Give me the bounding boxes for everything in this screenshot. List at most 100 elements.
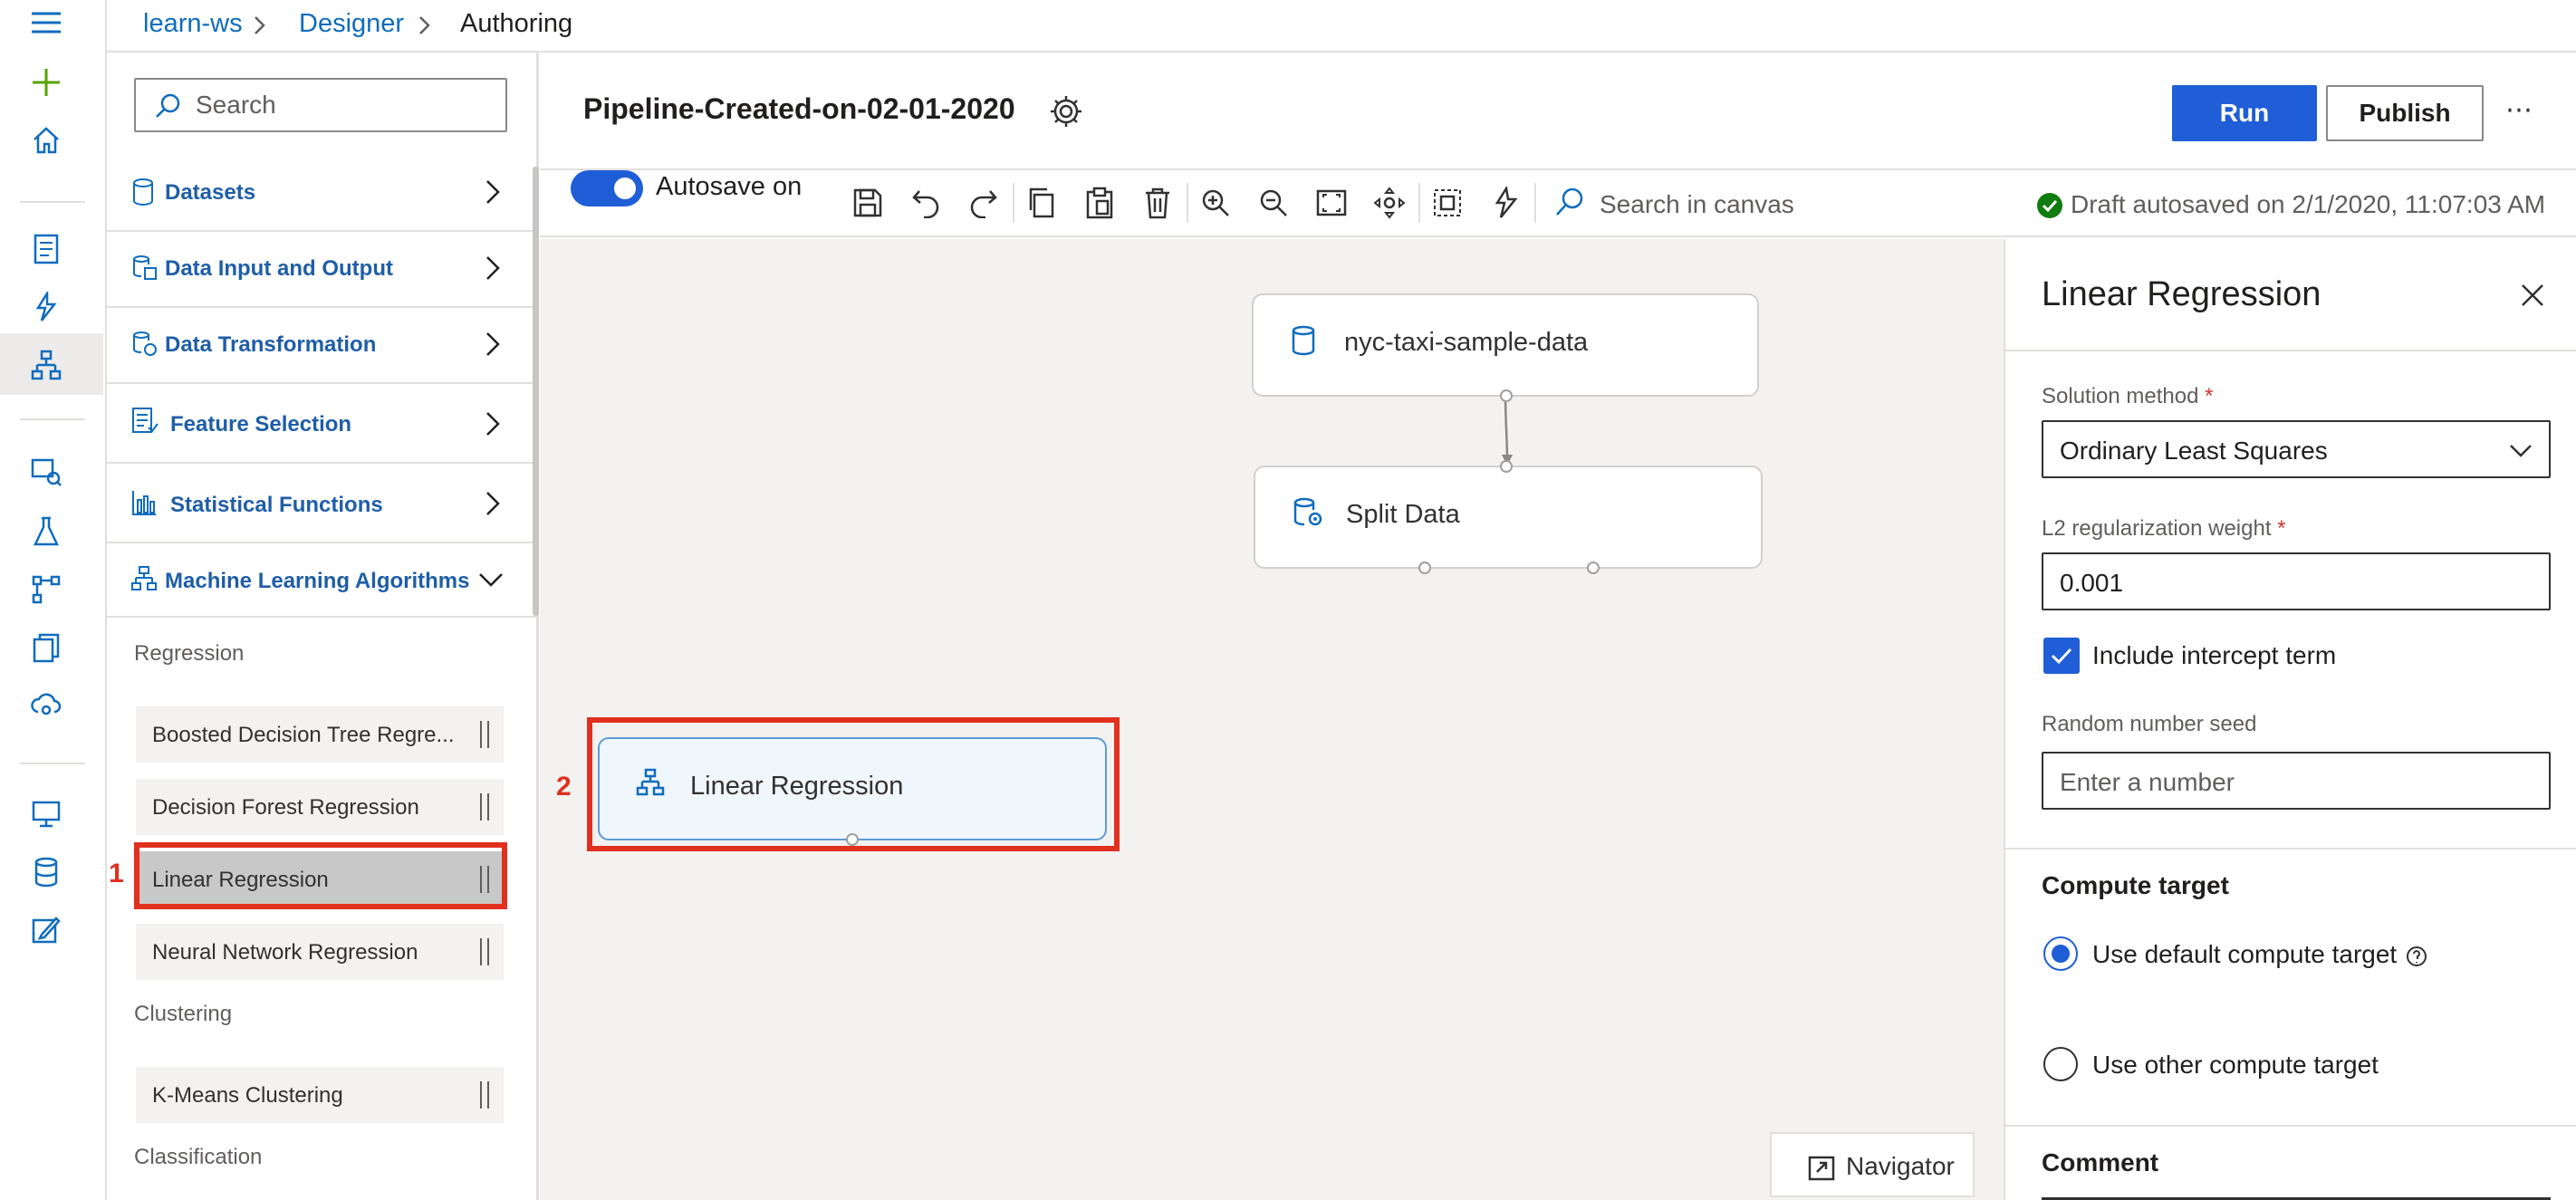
redo-icon[interactable] bbox=[966, 185, 1002, 221]
datasets-search-icon[interactable] bbox=[27, 453, 65, 491]
intercept-checkbox[interactable] bbox=[2043, 638, 2080, 674]
zoom-out-icon[interactable] bbox=[1255, 185, 1292, 221]
output-port-1[interactable] bbox=[1418, 562, 1431, 574]
category-label: Datasets bbox=[165, 180, 256, 205]
compute-icon[interactable] bbox=[27, 795, 65, 833]
radio-other-compute[interactable] bbox=[2043, 1047, 2078, 1081]
publish-button[interactable]: Publish bbox=[2326, 85, 2484, 141]
info-icon[interactable] bbox=[2406, 946, 2427, 967]
canvas-search-input[interactable]: Search in canvas bbox=[1600, 190, 1794, 219]
random-seed-placeholder: Enter a number bbox=[2060, 768, 2235, 796]
l2-weight-input[interactable]: 0.001 bbox=[2042, 552, 2551, 610]
zoom-in-icon[interactable] bbox=[1197, 185, 1234, 221]
palette-search-input[interactable]: Search bbox=[134, 78, 507, 132]
solution-method-dropdown[interactable]: Ordinary Least Squares bbox=[2042, 420, 2551, 478]
datastores-icon[interactable] bbox=[27, 853, 65, 891]
breadcrumb-designer[interactable]: Designer bbox=[299, 9, 404, 39]
notebook-icon[interactable] bbox=[27, 230, 65, 268]
category-statistical-functions[interactable]: Statistical Functions bbox=[107, 464, 536, 543]
highlight-box-1 bbox=[134, 842, 507, 909]
default-compute-label: Use default compute target bbox=[2092, 940, 2398, 968]
properties-pane: Linear Regression Solution method * Ordi… bbox=[2004, 239, 2576, 1200]
experiments-flask-icon[interactable] bbox=[27, 513, 65, 551]
fit-to-screen-icon[interactable] bbox=[1313, 185, 1350, 221]
module-boosted-decision-tree-regression[interactable]: Boosted Decision Tree Regre... bbox=[136, 706, 504, 763]
database-icon bbox=[133, 178, 153, 206]
chevron-right-icon bbox=[486, 332, 500, 356]
navigator-button[interactable]: Navigator bbox=[1770, 1132, 1975, 1197]
drag-handle-icon[interactable] bbox=[480, 1081, 489, 1109]
category-datasets[interactable]: Datasets bbox=[107, 156, 536, 232]
search-icon bbox=[156, 93, 180, 118]
node-label: Split Data bbox=[1346, 500, 1460, 529]
bar-chart-icon bbox=[132, 491, 156, 515]
intercept-label: Include intercept term bbox=[2092, 641, 2337, 669]
dataset-icon bbox=[1292, 325, 1315, 356]
drag-handle-icon[interactable] bbox=[480, 721, 489, 748]
left-nav-rail bbox=[0, 0, 107, 1200]
random-seed-input[interactable]: Enter a number bbox=[2042, 752, 2551, 810]
group-label-clustering: Clustering bbox=[134, 1002, 233, 1026]
pipeline-title[interactable]: Pipeline-Created-on-02-01-2020 bbox=[583, 92, 1015, 126]
data-io-icon bbox=[133, 255, 157, 280]
data-labeling-icon[interactable] bbox=[27, 911, 65, 949]
gear-icon[interactable] bbox=[1049, 94, 1083, 129]
output-port-2[interactable] bbox=[1587, 562, 1600, 574]
module-decision-forest-regression[interactable]: Decision Forest Regression bbox=[136, 779, 504, 835]
category-data-transformation[interactable]: Data Transformation bbox=[107, 308, 536, 384]
category-feature-selection[interactable]: Feature Selection bbox=[107, 384, 536, 464]
module-label: Boosted Decision Tree Regre... bbox=[152, 723, 455, 747]
automl-lightning-icon[interactable] bbox=[1487, 185, 1523, 221]
group-label-classification: Classification bbox=[134, 1145, 263, 1169]
l2-weight-value: 0.001 bbox=[2060, 569, 2124, 597]
other-compute-label: Use other compute target bbox=[2092, 1051, 2379, 1079]
select-area-icon[interactable] bbox=[1429, 185, 1466, 221]
module-k-means-clustering[interactable]: K-Means Clustering bbox=[136, 1067, 504, 1123]
copy-icon[interactable] bbox=[1024, 185, 1060, 221]
endpoints-icon[interactable] bbox=[27, 686, 65, 725]
node-split-data[interactable]: Split Data bbox=[1254, 460, 1763, 574]
chevron-down-icon bbox=[479, 573, 503, 587]
plus-icon[interactable] bbox=[27, 63, 65, 101]
module-label: K-Means Clustering bbox=[152, 1083, 343, 1108]
autosave-toggle[interactable] bbox=[571, 170, 643, 206]
palette-scrollbar[interactable] bbox=[533, 167, 539, 616]
module-label: Neural Network Regression bbox=[152, 940, 418, 965]
navigator-icon bbox=[1808, 1156, 1835, 1181]
hamburger-menu-icon[interactable] bbox=[27, 4, 65, 42]
automl-icon[interactable] bbox=[27, 288, 65, 326]
chevron-right-icon bbox=[486, 256, 500, 280]
input-port[interactable] bbox=[1500, 460, 1513, 473]
checkmark-icon bbox=[2051, 648, 2072, 665]
run-button[interactable]: Run bbox=[2172, 85, 2317, 141]
pipeline-canvas[interactable]: nyc-taxi-sample-data Split Data Linear R… bbox=[540, 239, 2004, 1200]
hierarchy-icon bbox=[131, 566, 157, 590]
output-port[interactable] bbox=[1500, 389, 1513, 402]
models-icon[interactable] bbox=[27, 629, 65, 667]
drag-handle-icon[interactable] bbox=[480, 938, 489, 965]
save-icon[interactable] bbox=[850, 185, 886, 221]
pipelines-icon[interactable] bbox=[27, 571, 65, 609]
pan-icon[interactable] bbox=[1371, 185, 1408, 221]
compute-target-title: Compute target bbox=[2042, 871, 2229, 899]
category-label: Machine Learning Algorithms bbox=[165, 569, 470, 593]
breadcrumb-current: Authoring bbox=[460, 9, 573, 38]
chevron-down-icon bbox=[2510, 445, 2532, 457]
home-icon[interactable] bbox=[27, 121, 65, 159]
category-data-input-output[interactable]: Data Input and Output bbox=[107, 232, 536, 308]
designer-icon[interactable] bbox=[27, 346, 65, 384]
close-icon[interactable] bbox=[2520, 283, 2545, 308]
breadcrumb-workspace[interactable]: learn-ws bbox=[143, 9, 243, 39]
breadcrumb: learn-ws Designer Authoring bbox=[107, 0, 2576, 53]
category-machine-learning-algorithms[interactable]: Machine Learning Algorithms bbox=[107, 543, 536, 618]
drag-handle-icon[interactable] bbox=[480, 793, 489, 821]
delete-icon[interactable] bbox=[1139, 185, 1176, 221]
paste-icon[interactable] bbox=[1081, 185, 1118, 221]
node-nyc-taxi-sample-data[interactable]: nyc-taxi-sample-data bbox=[1252, 293, 1759, 402]
radio-default-compute[interactable] bbox=[2043, 936, 2078, 971]
random-seed-label: Random number seed bbox=[2042, 712, 2257, 736]
undo-icon[interactable] bbox=[908, 185, 944, 221]
more-options-icon[interactable]: ⋯ bbox=[2505, 94, 2534, 126]
module-neural-network-regression[interactable]: Neural Network Regression bbox=[136, 924, 504, 980]
autosave-label: Autosave on bbox=[656, 172, 803, 201]
